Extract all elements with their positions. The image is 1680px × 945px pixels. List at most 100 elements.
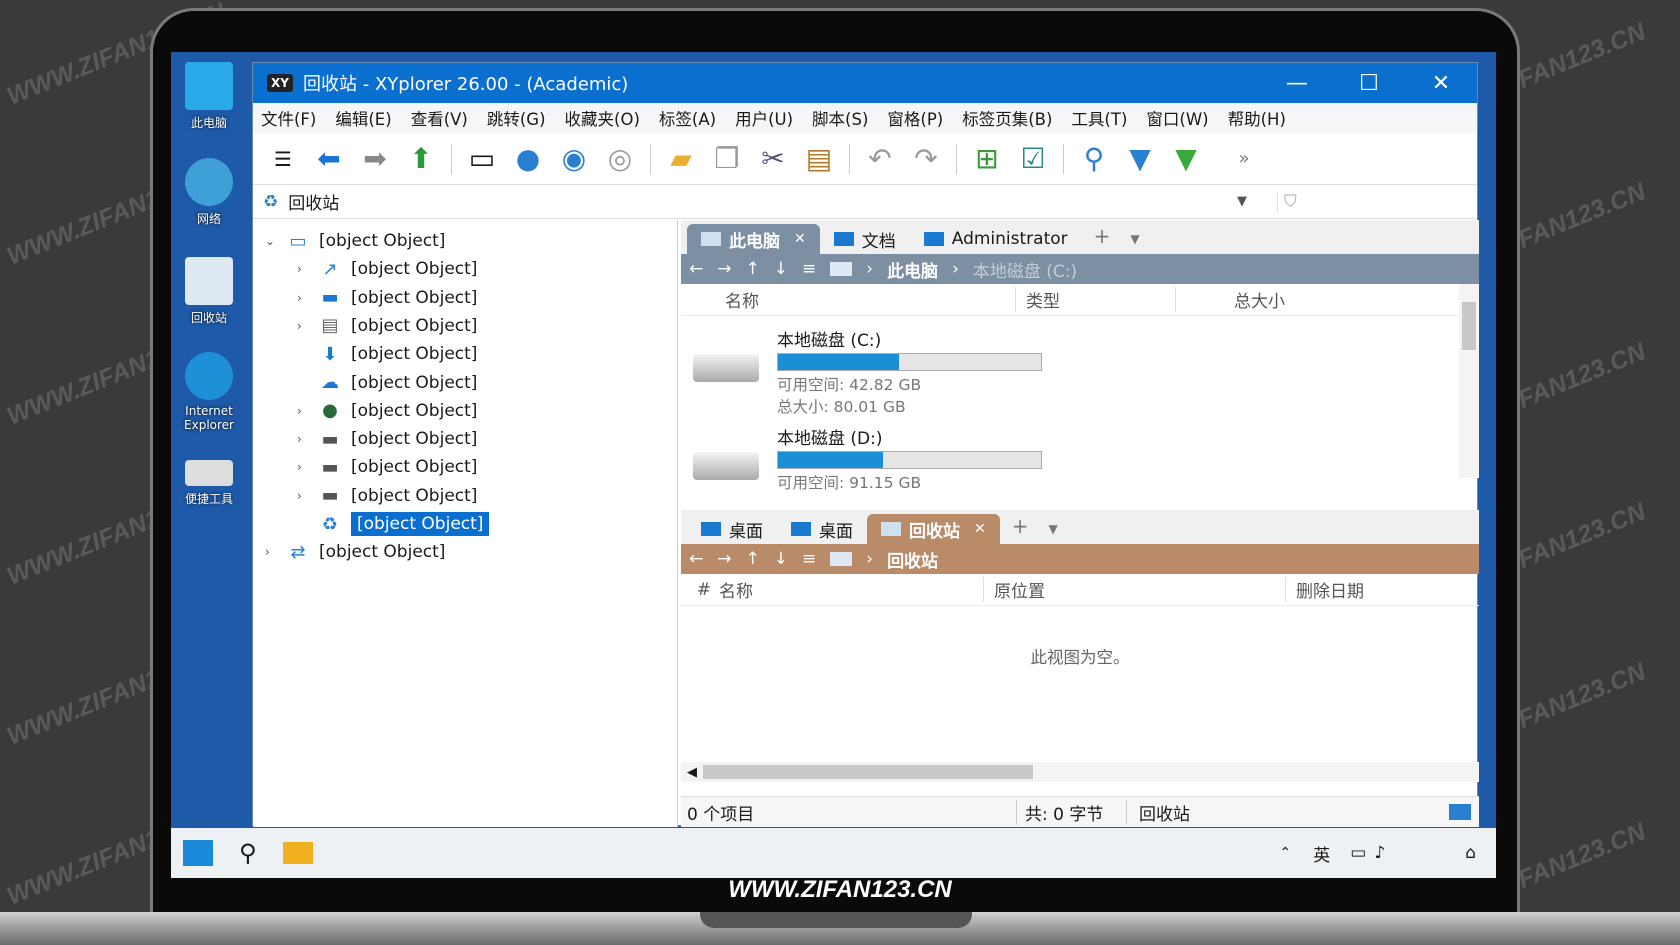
- down-icon[interactable]: ↓: [774, 259, 788, 279]
- desktop-icon-tools[interactable]: 便捷工具: [179, 460, 239, 507]
- breadcrumb-item[interactable]: 此电脑: [887, 257, 938, 282]
- tree-item[interactable]: › ● [object Object]: [297, 398, 477, 424]
- tree-item[interactable]: › ▤ [object Object]: [297, 313, 477, 339]
- status-up-icon[interactable]: [1449, 804, 1471, 820]
- drive-item[interactable]: 本地磁盘 (D:) 可用空间: 91.15 GB: [691, 424, 1071, 493]
- tree-item[interactable]: › ▬ [object Object]: [297, 285, 477, 311]
- tab[interactable]: 此电脑 ✕: [687, 224, 820, 254]
- forward-icon[interactable]: →: [717, 549, 731, 569]
- volume-icon[interactable]: ♪: [1374, 843, 1385, 863]
- location-icon[interactable]: ●: [508, 140, 548, 178]
- chevron-right-icon[interactable]: ›: [297, 319, 313, 333]
- column-name[interactable]: 名称: [719, 577, 983, 602]
- close-tab-icon[interactable]: ✕: [794, 231, 806, 247]
- computer-icon[interactable]: ▭: [462, 140, 502, 178]
- maximize-button[interactable]: ☐: [1333, 71, 1405, 96]
- filter-icon[interactable]: ▼: [1120, 140, 1160, 178]
- menu-icon[interactable]: ≡: [802, 259, 816, 279]
- tab[interactable]: 桌面: [777, 514, 867, 544]
- column-index[interactable]: #: [681, 580, 719, 600]
- column-type[interactable]: 类型: [1015, 287, 1175, 312]
- tree-toggle-icon[interactable]: ⊞: [967, 140, 1007, 178]
- tree-item[interactable]: › ↗ [object Object]: [297, 256, 477, 282]
- start-icon[interactable]: [183, 840, 213, 866]
- menu-item[interactable]: 用户(U): [735, 106, 793, 130]
- find-icon[interactable]: ◉: [554, 140, 594, 178]
- up-icon[interactable]: ↑: [746, 549, 760, 569]
- undo-icon[interactable]: ↶: [860, 140, 900, 178]
- tab[interactable]: 桌面: [687, 514, 777, 544]
- close-tab-icon[interactable]: ✕: [974, 521, 986, 537]
- chevron-right-icon[interactable]: ›: [297, 404, 313, 418]
- breadcrumb-item[interactable]: 回收站: [887, 547, 938, 572]
- chevron-right-icon[interactable]: ›: [297, 460, 313, 474]
- tab[interactable]: 回收站 ✕: [867, 514, 1000, 544]
- desktop-icon-this-pc[interactable]: 此电脑: [179, 62, 239, 131]
- chevron-right-icon[interactable]: ›: [297, 291, 313, 305]
- menu-item[interactable]: 工具(T): [1071, 106, 1127, 130]
- paste-icon[interactable]: ▤: [799, 140, 839, 178]
- column-origin[interactable]: 原位置: [983, 577, 1285, 602]
- up-icon[interactable]: ↑: [746, 259, 760, 279]
- back-icon[interactable]: ⬅: [309, 140, 349, 178]
- address-bar[interactable]: ♻ 回收站 ▼ ⛉: [253, 185, 1477, 219]
- forward-icon[interactable]: ➡: [355, 140, 395, 178]
- tab-menu-icon[interactable]: ▼: [1122, 232, 1147, 254]
- close-button[interactable]: ✕: [1405, 71, 1477, 96]
- back-icon[interactable]: ←: [689, 259, 703, 279]
- menu-item[interactable]: 脚本(S): [812, 106, 868, 130]
- menu-icon[interactable]: ≡: [802, 549, 816, 569]
- desktop-icon-recycle-bin[interactable]: 回收站: [179, 257, 239, 326]
- scrollbar[interactable]: [1459, 284, 1479, 478]
- tree-item[interactable]: › ▬ [object Object]: [297, 426, 477, 452]
- add-tab-button[interactable]: +: [1082, 224, 1123, 254]
- forward-icon[interactable]: →: [717, 259, 731, 279]
- drive-item[interactable]: 本地磁盘 (C:) 可用空间: 42.82 GB 总大小: 80.01 GB: [691, 326, 1071, 417]
- column-deleted-date[interactable]: 删除日期: [1285, 577, 1395, 602]
- address-text[interactable]: 回收站: [288, 189, 1237, 214]
- tree-item[interactable]: › ▬ [object Object]: [297, 454, 477, 480]
- menu-item[interactable]: 编辑(E): [335, 106, 391, 130]
- menu-item[interactable]: 文件(F): [261, 106, 316, 130]
- file-explorer-icon[interactable]: [282, 842, 313, 864]
- minimize-button[interactable]: —: [1261, 71, 1333, 96]
- column-name[interactable]: 名称: [725, 287, 1015, 312]
- down-icon[interactable]: ↓: [774, 549, 788, 569]
- tab[interactable]: Administrator: [910, 224, 1082, 254]
- tree-item[interactable]: ☁ [object Object]: [297, 370, 477, 396]
- menu-item[interactable]: 窗口(W): [1146, 106, 1208, 130]
- toolbar-overflow-icon[interactable]: »: [1224, 140, 1264, 178]
- ime-indicator[interactable]: 英: [1313, 841, 1330, 866]
- breadcrumb-item[interactable]: 本地磁盘 (C:): [973, 257, 1077, 282]
- copy-icon[interactable]: ❐: [707, 140, 747, 178]
- menu-item[interactable]: 查看(V): [411, 106, 468, 130]
- up-icon[interactable]: ⬆: [401, 140, 441, 178]
- chevron-right-icon[interactable]: ›: [297, 262, 313, 276]
- redo-icon[interactable]: ↷: [906, 140, 946, 178]
- checkbox-icon[interactable]: ☑: [1013, 140, 1053, 178]
- chevron-right-icon[interactable]: ›: [297, 432, 313, 446]
- network-icon[interactable]: ▭: [1350, 843, 1366, 863]
- tree-item[interactable]: ⬇ [object Object]: [297, 341, 477, 367]
- menu-item[interactable]: 帮助(H): [1228, 106, 1286, 130]
- menu-item[interactable]: 窗格(P): [887, 106, 943, 130]
- chevron-up-icon[interactable]: ⌃: [1280, 845, 1292, 861]
- notification-icon[interactable]: ⌂: [1465, 843, 1476, 863]
- tree-item[interactable]: ⌄ ▭ [object Object]: [265, 228, 445, 254]
- filter-input-icon[interactable]: ⛉: [1277, 191, 1477, 212]
- search-icon[interactable]: ⚲: [1074, 140, 1114, 178]
- chevron-down-icon[interactable]: ⌄: [265, 234, 281, 248]
- new-folder-icon[interactable]: ▰: [661, 140, 701, 178]
- chevron-right-icon[interactable]: ›: [297, 489, 313, 503]
- menu-item[interactable]: 标签(A): [659, 106, 716, 130]
- chevron-right-icon[interactable]: ›: [265, 545, 281, 559]
- chevron-down-icon[interactable]: ▼: [1237, 194, 1277, 209]
- search-icon[interactable]: ⚲: [239, 839, 257, 867]
- menu-item[interactable]: 标签页集(B): [962, 106, 1052, 130]
- horizontal-scrollbar[interactable]: ◀: [681, 762, 1479, 782]
- back-icon[interactable]: ←: [689, 549, 703, 569]
- tree-item[interactable]: › ▬ [object Object]: [297, 483, 477, 509]
- menu-toggle-icon[interactable]: ☰: [263, 140, 303, 178]
- add-tab-button[interactable]: +: [1000, 514, 1041, 544]
- tab[interactable]: 文档: [820, 224, 910, 254]
